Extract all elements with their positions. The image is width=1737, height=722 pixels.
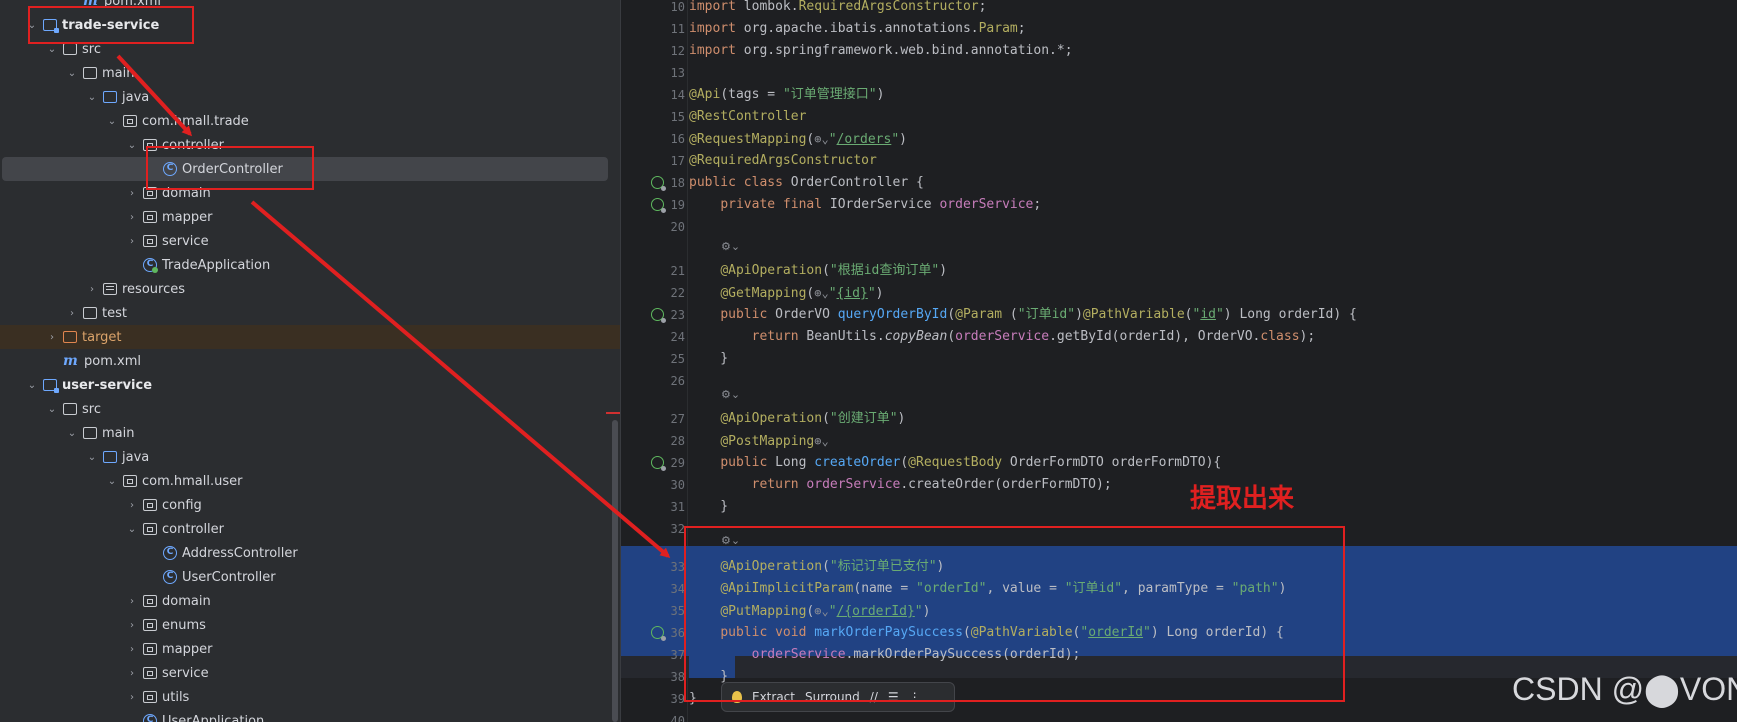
annotation-arrows: [116, 54, 671, 558]
watermark-text: CSDN @⬤VON: [1512, 671, 1737, 707]
arrow-to-controller: [116, 54, 193, 137]
annotation-label: 提取出来: [1190, 484, 1295, 514]
arrow-to-code: [250, 200, 671, 558]
